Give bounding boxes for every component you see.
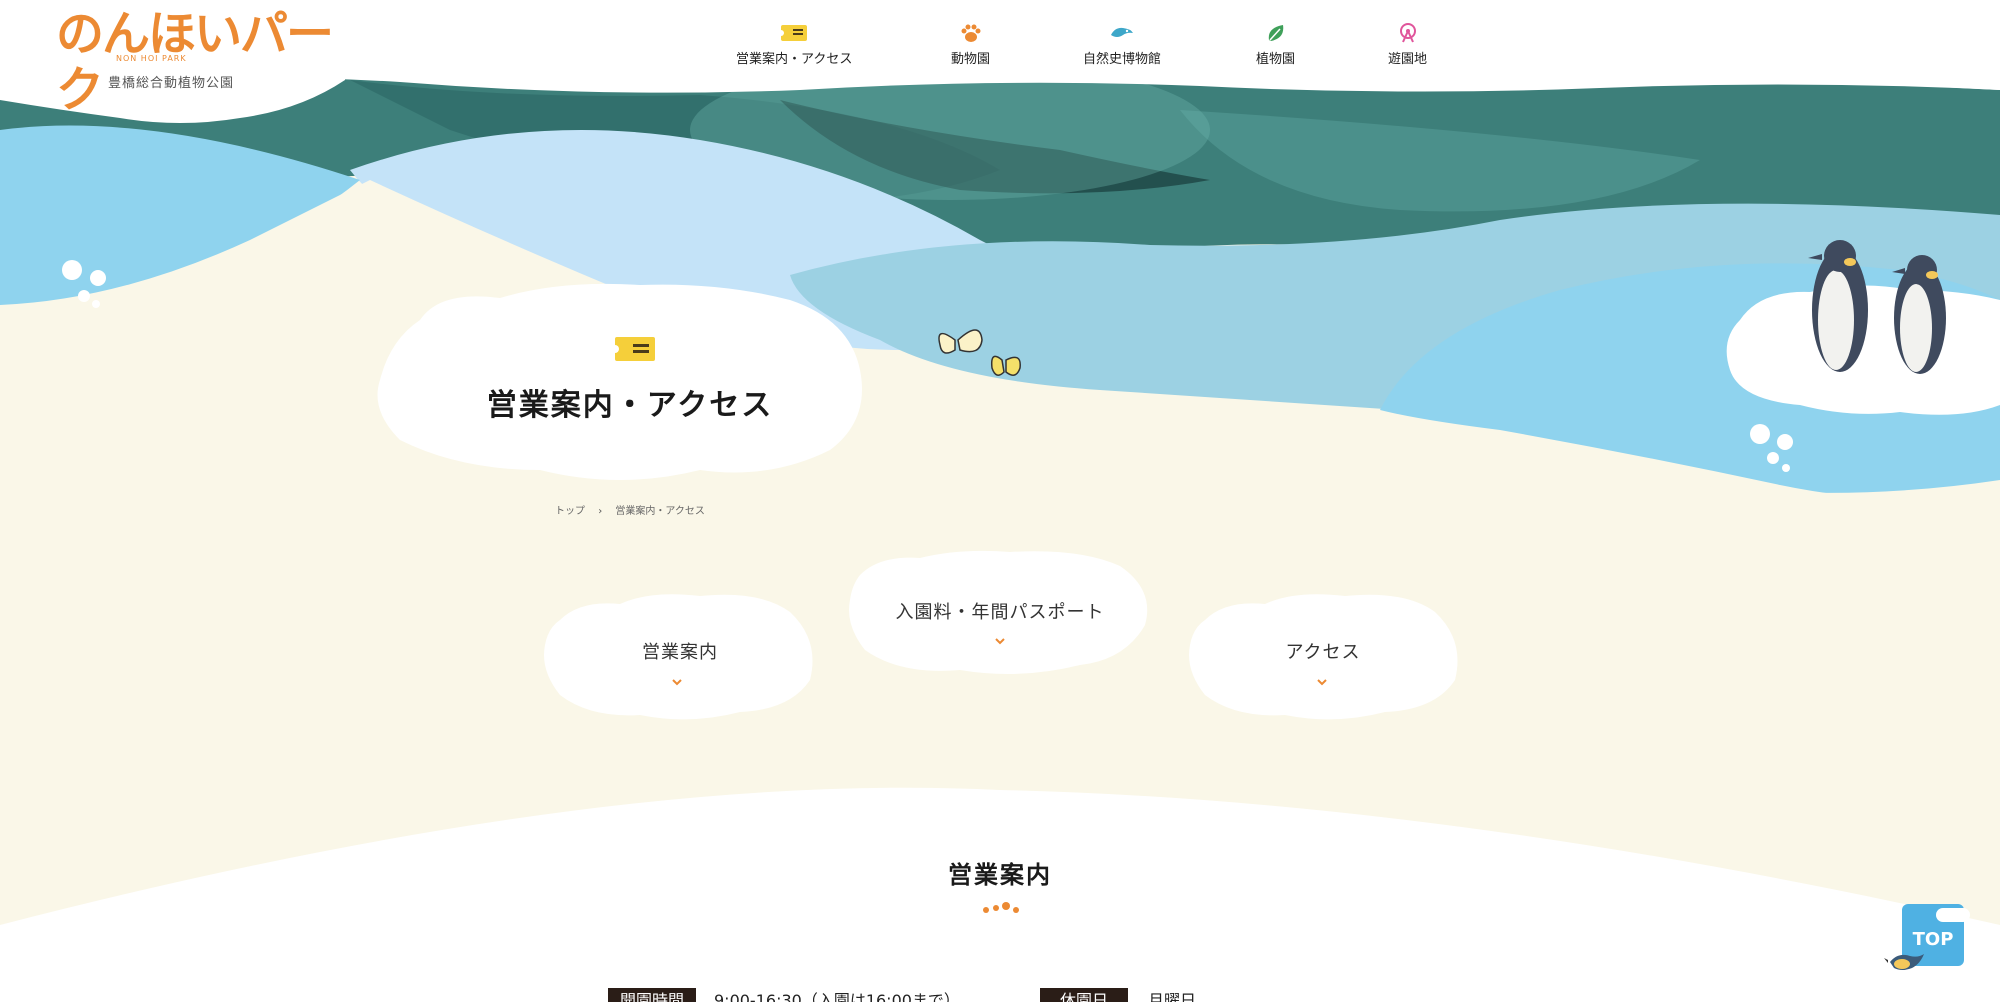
anchor-label-hours: 営業案内 xyxy=(642,642,718,663)
nav-label-amusement: 遊園地 xyxy=(1388,52,1428,67)
nav-label-botanical: 植物園 xyxy=(1256,52,1296,67)
nav-item-amusement[interactable]: 遊園地 xyxy=(1388,22,1427,67)
chevron-right-icon: › xyxy=(598,506,603,517)
section-title: 営業案内 xyxy=(948,861,1052,889)
leaf-icon xyxy=(1268,25,1283,41)
anchor-label-access: アクセス xyxy=(1285,642,1361,663)
breadcrumb: トップ › 営業案内・アクセス xyxy=(555,502,705,517)
ticket-icon xyxy=(614,337,655,361)
chevron-down-icon xyxy=(1317,679,1327,686)
bird-icon xyxy=(1884,954,1924,970)
hero-background xyxy=(0,0,2000,1002)
closed-tag: 休園日 xyxy=(1040,988,1128,1002)
nav-item-botanical[interactable]: 植物園 xyxy=(1256,22,1295,67)
paw-icon xyxy=(961,24,980,42)
nav-item-access[interactable]: 営業案内・アクセス xyxy=(736,22,852,67)
site-logo[interactable]: のんほいパーク NON HOI PARK 豊橋総合動植物公園 xyxy=(0,0,350,130)
anchor-link-fees[interactable]: 入園料・年間パスポート xyxy=(860,598,1140,624)
chevron-down-icon xyxy=(995,638,1005,645)
closed-value: 月曜日 xyxy=(1148,991,1197,1002)
logo-wordmark: のんほいパーク xyxy=(56,6,334,118)
ticket-icon xyxy=(780,25,808,41)
nav-item-zoo[interactable]: 動物園 xyxy=(951,22,990,67)
chevron-down-icon xyxy=(672,679,682,686)
nav-label-access: 営業案内・アクセス xyxy=(736,52,853,67)
fossil-icon xyxy=(1111,27,1133,37)
anchor-label-fees: 入園料・年間パスポート xyxy=(895,602,1105,623)
logo-park-name: 豊橋総合動植物公園 xyxy=(108,76,235,91)
nav-item-museum[interactable]: 自然史博物館 xyxy=(1083,22,1161,67)
bubble-decoration xyxy=(62,260,82,280)
logo-subtitle: NON HOI PARK xyxy=(116,54,187,63)
hours-value: 9:00-16:30（入園は16:00まで） xyxy=(714,991,960,1002)
breadcrumb-home[interactable]: トップ xyxy=(555,502,585,517)
anchor-link-access[interactable]: アクセス xyxy=(1203,638,1443,664)
breadcrumb-current: 営業案内・アクセス xyxy=(615,506,705,517)
ferris-wheel-icon xyxy=(1399,23,1416,43)
nav-label-zoo: 動物園 xyxy=(951,52,991,67)
nav-label-museum: 自然史博物館 xyxy=(1083,52,1162,67)
page-title: 営業案内・アクセス xyxy=(486,388,774,423)
hours-tag: 開園時間 xyxy=(608,988,696,1002)
anchor-link-hours[interactable]: 営業案内 xyxy=(560,638,800,664)
